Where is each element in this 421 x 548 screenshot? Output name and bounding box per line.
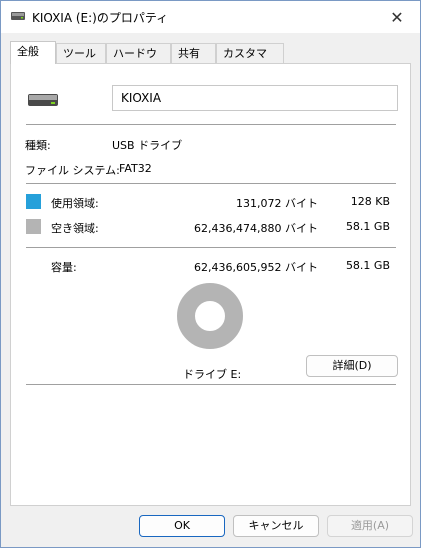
usb-drive-icon xyxy=(28,94,58,106)
free-space-swatch xyxy=(26,219,41,234)
close-icon: ✕ xyxy=(390,7,404,27)
type-value: USB ドライブ xyxy=(112,139,183,152)
used-space-swatch xyxy=(26,194,41,209)
usage-donut-chart xyxy=(177,283,243,349)
free-space-bytes: 62,436,474,880 バイト xyxy=(194,222,318,235)
filesystem-label: ファイル システム: xyxy=(25,164,120,177)
window-title: KIOXIA (E:)のプロパティ xyxy=(32,11,169,25)
drive-letter-label: ドライブ E: xyxy=(183,368,242,381)
free-space-size: 58.1 GB xyxy=(345,220,390,233)
tab-tools[interactable]: ツール xyxy=(56,43,106,63)
free-space-label: 空き領域: xyxy=(51,222,99,235)
properties-window: KIOXIA (E:)のプロパティ ✕ 全般 ツール ハードウェア 共有 カスタ… xyxy=(0,0,421,548)
details-button[interactable]: 詳細(D) xyxy=(306,355,398,377)
type-label: 種類: xyxy=(25,139,51,152)
capacity-label: 容量: xyxy=(51,261,77,274)
drive-icon xyxy=(11,12,25,20)
drive-name-input[interactable]: KIOXIA xyxy=(112,85,398,111)
used-space-bytes: 131,072 バイト xyxy=(236,197,318,210)
ok-button[interactable]: OK xyxy=(139,515,225,537)
title-bar[interactable]: KIOXIA (E:)のプロパティ ✕ xyxy=(1,1,420,33)
tab-sharing[interactable]: 共有 xyxy=(171,43,216,63)
general-panel: KIOXIA 種類: USB ドライブ ファイル システム: FAT32 使用領… xyxy=(10,63,411,506)
capacity-bytes: 62,436,605,952 バイト xyxy=(194,261,318,274)
used-space-size: 128 KB xyxy=(350,195,390,208)
used-space-label: 使用領域: xyxy=(51,197,99,210)
separator xyxy=(26,384,396,385)
cancel-button[interactable]: キャンセル xyxy=(233,515,319,537)
tab-general[interactable]: 全般 xyxy=(10,41,56,64)
close-button[interactable]: ✕ xyxy=(374,1,420,33)
filesystem-value: FAT32 xyxy=(119,162,152,175)
capacity-size: 58.1 GB xyxy=(345,259,390,272)
separator xyxy=(26,247,396,248)
separator xyxy=(26,124,396,125)
apply-button: 適用(A) xyxy=(327,515,413,537)
separator xyxy=(26,183,396,184)
tab-customize[interactable]: カスタマイズ xyxy=(216,43,284,80)
tab-hardware[interactable]: ハードウェア xyxy=(106,43,171,80)
